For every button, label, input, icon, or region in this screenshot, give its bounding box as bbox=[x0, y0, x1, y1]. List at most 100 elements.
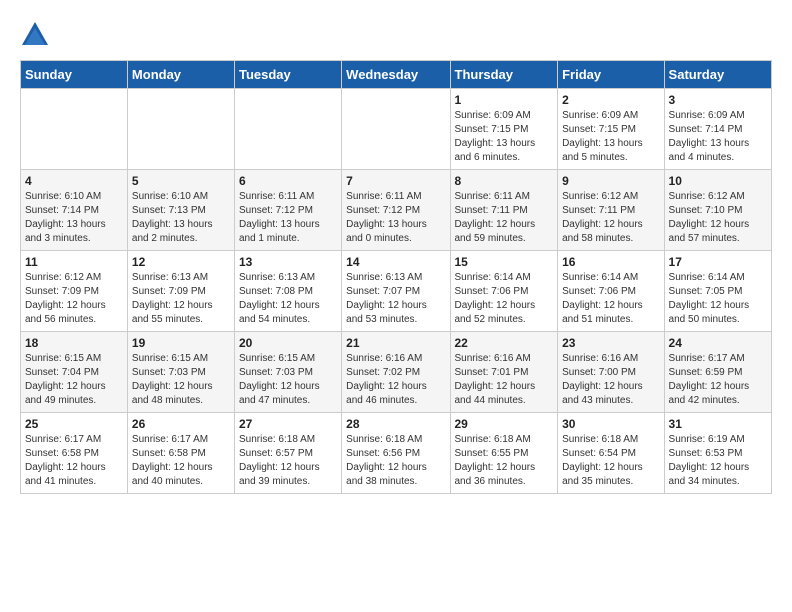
day-info: Sunrise: 6:10 AM Sunset: 7:13 PM Dayligh… bbox=[132, 190, 230, 246]
day-info: Sunrise: 6:17 AM Sunset: 6:59 PM Dayligh… bbox=[669, 352, 767, 408]
calendar-week-row: 11 Sunrise: 6:12 AM Sunset: 7:09 PM Dayli… bbox=[21, 251, 772, 332]
calendar-week-row: 25 Sunrise: 6:17 AM Sunset: 6:58 PM Dayli… bbox=[21, 413, 772, 494]
day-info: Sunrise: 6:13 AM Sunset: 7:08 PM Dayligh… bbox=[239, 271, 337, 327]
calendar-cell: 2 Sunrise: 6:09 AM Sunset: 7:15 PM Daylig… bbox=[558, 89, 664, 170]
calendar-cell: 26 Sunrise: 6:17 AM Sunset: 6:58 PM Dayli… bbox=[127, 413, 234, 494]
day-number: 1 bbox=[455, 93, 554, 107]
day-number: 2 bbox=[562, 93, 659, 107]
day-info: Sunrise: 6:16 AM Sunset: 7:02 PM Dayligh… bbox=[346, 352, 445, 408]
day-number: 10 bbox=[669, 174, 767, 188]
calendar-cell: 29 Sunrise: 6:18 AM Sunset: 6:55 PM Dayli… bbox=[450, 413, 558, 494]
day-info: Sunrise: 6:17 AM Sunset: 6:58 PM Dayligh… bbox=[25, 433, 123, 489]
day-number: 11 bbox=[25, 255, 123, 269]
calendar-cell: 18Sunrise: 6:15 AM Sunset: 7:04 PM Dayli… bbox=[21, 332, 128, 413]
day-of-week-header: Sunday bbox=[21, 61, 128, 89]
day-info: Sunrise: 6:14 AM Sunset: 7:05 PM Dayligh… bbox=[669, 271, 767, 327]
calendar-cell: 22Sunrise: 6:16 AM Sunset: 7:01 PM Dayli… bbox=[450, 332, 558, 413]
day-of-week-header: Thursday bbox=[450, 61, 558, 89]
day-info: Sunrise: 6:18 AM Sunset: 6:54 PM Dayligh… bbox=[562, 433, 659, 489]
day-number: 7 bbox=[346, 174, 445, 188]
day-number: 28 bbox=[346, 417, 445, 431]
calendar-cell: 5 Sunrise: 6:10 AM Sunset: 7:13 PM Daylig… bbox=[127, 170, 234, 251]
day-info: Sunrise: 6:18 AM Sunset: 6:57 PM Dayligh… bbox=[239, 433, 337, 489]
calendar-cell: 17Sunrise: 6:14 AM Sunset: 7:05 PM Dayli… bbox=[664, 251, 771, 332]
calendar-week-row: 1 Sunrise: 6:09 AM Sunset: 7:15 PM Daylig… bbox=[21, 89, 772, 170]
day-number: 18 bbox=[25, 336, 123, 350]
calendar-cell: 13 Sunrise: 6:13 AM Sunset: 7:08 PM Dayli… bbox=[234, 251, 341, 332]
day-info: Sunrise: 6:14 AM Sunset: 7:06 PM Dayligh… bbox=[562, 271, 659, 327]
calendar-cell: 27 Sunrise: 6:18 AM Sunset: 6:57 PM Dayli… bbox=[234, 413, 341, 494]
day-number: 3 bbox=[669, 93, 767, 107]
calendar-header-row: SundayMondayTuesdayWednesdayThursdayFrid… bbox=[21, 61, 772, 89]
calendar-cell: 12 Sunrise: 6:13 AM Sunset: 7:09 PM Dayli… bbox=[127, 251, 234, 332]
calendar-cell: 7 Sunrise: 6:11 AM Sunset: 7:12 PM Daylig… bbox=[342, 170, 450, 251]
day-number: 8 bbox=[455, 174, 554, 188]
day-number: 19 bbox=[132, 336, 230, 350]
day-info: Sunrise: 6:19 AM Sunset: 6:53 PM Dayligh… bbox=[669, 433, 767, 489]
calendar-cell: 19 Sunrise: 6:15 AM Sunset: 7:03 PM Dayli… bbox=[127, 332, 234, 413]
calendar-cell: 20Sunrise: 6:15 AM Sunset: 7:03 PM Dayli… bbox=[234, 332, 341, 413]
calendar-cell: 4Sunrise: 6:10 AM Sunset: 7:14 PM Daylig… bbox=[21, 170, 128, 251]
day-number: 9 bbox=[562, 174, 659, 188]
day-number: 5 bbox=[132, 174, 230, 188]
calendar-cell: 8 Sunrise: 6:11 AM Sunset: 7:11 PM Daylig… bbox=[450, 170, 558, 251]
day-number: 31 bbox=[669, 417, 767, 431]
day-info: Sunrise: 6:12 AM Sunset: 7:10 PM Dayligh… bbox=[669, 190, 767, 246]
logo-icon bbox=[20, 20, 50, 50]
calendar-cell: 6 Sunrise: 6:11 AM Sunset: 7:12 PM Daylig… bbox=[234, 170, 341, 251]
calendar-cell: 23Sunrise: 6:16 AM Sunset: 7:00 PM Dayli… bbox=[558, 332, 664, 413]
calendar-cell: 28 Sunrise: 6:18 AM Sunset: 6:56 PM Dayli… bbox=[342, 413, 450, 494]
calendar-cell: 11 Sunrise: 6:12 AM Sunset: 7:09 PM Dayli… bbox=[21, 251, 128, 332]
calendar-cell: 1 Sunrise: 6:09 AM Sunset: 7:15 PM Daylig… bbox=[450, 89, 558, 170]
day-number: 12 bbox=[132, 255, 230, 269]
day-info: Sunrise: 6:10 AM Sunset: 7:14 PM Dayligh… bbox=[25, 190, 123, 246]
day-info: Sunrise: 6:18 AM Sunset: 6:55 PM Dayligh… bbox=[455, 433, 554, 489]
calendar-cell: 16Sunrise: 6:14 AM Sunset: 7:06 PM Dayli… bbox=[558, 251, 664, 332]
calendar-cell: 14 Sunrise: 6:13 AM Sunset: 7:07 PM Dayli… bbox=[342, 251, 450, 332]
day-info: Sunrise: 6:12 AM Sunset: 7:09 PM Dayligh… bbox=[25, 271, 123, 327]
calendar-cell: 10 Sunrise: 6:12 AM Sunset: 7:10 PM Dayli… bbox=[664, 170, 771, 251]
day-info: Sunrise: 6:11 AM Sunset: 7:12 PM Dayligh… bbox=[239, 190, 337, 246]
calendar-cell: 24Sunrise: 6:17 AM Sunset: 6:59 PM Dayli… bbox=[664, 332, 771, 413]
day-info: Sunrise: 6:09 AM Sunset: 7:14 PM Dayligh… bbox=[669, 109, 767, 165]
day-info: Sunrise: 6:14 AM Sunset: 7:06 PM Dayligh… bbox=[455, 271, 554, 327]
calendar-cell: 9 Sunrise: 6:12 AM Sunset: 7:11 PM Daylig… bbox=[558, 170, 664, 251]
day-info: Sunrise: 6:15 AM Sunset: 7:03 PM Dayligh… bbox=[239, 352, 337, 408]
day-number: 22 bbox=[455, 336, 554, 350]
day-info: Sunrise: 6:09 AM Sunset: 7:15 PM Dayligh… bbox=[562, 109, 659, 165]
day-info: Sunrise: 6:12 AM Sunset: 7:11 PM Dayligh… bbox=[562, 190, 659, 246]
calendar-cell bbox=[342, 89, 450, 170]
calendar-cell bbox=[234, 89, 341, 170]
calendar-cell bbox=[127, 89, 234, 170]
day-number: 13 bbox=[239, 255, 337, 269]
day-info: Sunrise: 6:11 AM Sunset: 7:12 PM Dayligh… bbox=[346, 190, 445, 246]
day-info: Sunrise: 6:15 AM Sunset: 7:03 PM Dayligh… bbox=[132, 352, 230, 408]
calendar-cell: 3 Sunrise: 6:09 AM Sunset: 7:14 PM Daylig… bbox=[664, 89, 771, 170]
day-number: 14 bbox=[346, 255, 445, 269]
calendar-cell: 21 Sunrise: 6:16 AM Sunset: 7:02 PM Dayli… bbox=[342, 332, 450, 413]
day-number: 27 bbox=[239, 417, 337, 431]
day-info: Sunrise: 6:17 AM Sunset: 6:58 PM Dayligh… bbox=[132, 433, 230, 489]
day-info: Sunrise: 6:18 AM Sunset: 6:56 PM Dayligh… bbox=[346, 433, 445, 489]
day-of-week-header: Monday bbox=[127, 61, 234, 89]
calendar-cell: 15 Sunrise: 6:14 AM Sunset: 7:06 PM Dayli… bbox=[450, 251, 558, 332]
day-of-week-header: Tuesday bbox=[234, 61, 341, 89]
day-info: Sunrise: 6:11 AM Sunset: 7:11 PM Dayligh… bbox=[455, 190, 554, 246]
day-number: 6 bbox=[239, 174, 337, 188]
calendar-week-row: 4Sunrise: 6:10 AM Sunset: 7:14 PM Daylig… bbox=[21, 170, 772, 251]
day-info: Sunrise: 6:09 AM Sunset: 7:15 PM Dayligh… bbox=[455, 109, 554, 165]
day-number: 15 bbox=[455, 255, 554, 269]
logo bbox=[20, 20, 54, 50]
day-of-week-header: Friday bbox=[558, 61, 664, 89]
day-info: Sunrise: 6:13 AM Sunset: 7:09 PM Dayligh… bbox=[132, 271, 230, 327]
calendar-cell: 25 Sunrise: 6:17 AM Sunset: 6:58 PM Dayli… bbox=[21, 413, 128, 494]
day-of-week-header: Wednesday bbox=[342, 61, 450, 89]
calendar-cell: 31 Sunrise: 6:19 AM Sunset: 6:53 PM Dayli… bbox=[664, 413, 771, 494]
day-number: 26 bbox=[132, 417, 230, 431]
page-header bbox=[20, 20, 772, 50]
day-number: 29 bbox=[455, 417, 554, 431]
day-number: 25 bbox=[25, 417, 123, 431]
day-number: 21 bbox=[346, 336, 445, 350]
day-of-week-header: Saturday bbox=[664, 61, 771, 89]
day-info: Sunrise: 6:13 AM Sunset: 7:07 PM Dayligh… bbox=[346, 271, 445, 327]
